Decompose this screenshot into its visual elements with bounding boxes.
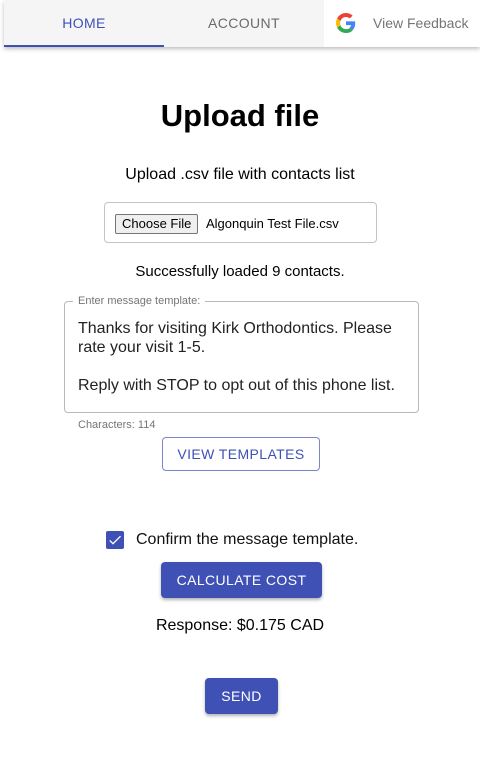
upload-status-message: Successfully loaded 9 contacts.: [135, 263, 345, 280]
send-button[interactable]: SEND: [205, 678, 278, 714]
confirm-template-checkbox[interactable]: [106, 531, 124, 549]
tab-home[interactable]: HOME: [4, 0, 164, 47]
view-templates-button[interactable]: VIEW TEMPLATES: [162, 437, 320, 471]
message-template-field[interactable]: Enter message template: Thanks for visit…: [64, 294, 419, 413]
google-g-icon: [336, 13, 356, 33]
calculate-cost-button[interactable]: CALCULATE COST: [161, 562, 322, 598]
view-feedback-button[interactable]: View Feedback: [324, 0, 480, 47]
view-feedback-label: View Feedback: [373, 15, 469, 31]
tab-home-label: HOME: [62, 15, 106, 31]
tab-account-label: ACCOUNT: [207, 15, 281, 31]
page-title: Upload file: [160, 98, 320, 133]
selected-file-name: Algonquin Test File.csv: [206, 216, 339, 231]
checkmark-icon: [109, 535, 121, 545]
confirm-template-label: Confirm the message template.: [136, 531, 359, 548]
character-count: Characters: 114: [78, 419, 156, 431]
choose-file-button[interactable]: Choose File: [115, 214, 199, 234]
tab-account[interactable]: ACCOUNT: [164, 0, 324, 47]
file-upload-box: Choose File Algonquin Test File.csv: [104, 202, 377, 243]
cost-response: Response: $0.175 CAD: [155, 617, 325, 634]
top-tab-bar: HOME ACCOUNT View Feedback: [4, 0, 480, 47]
message-template-text[interactable]: Thanks for visiting Kirk Orthodontics. P…: [78, 319, 408, 395]
active-tab-indicator: [4, 45, 164, 47]
message-template-label: Enter message template:: [73, 294, 206, 308]
page-subtitle: Upload .csv file with contacts list: [125, 166, 355, 183]
